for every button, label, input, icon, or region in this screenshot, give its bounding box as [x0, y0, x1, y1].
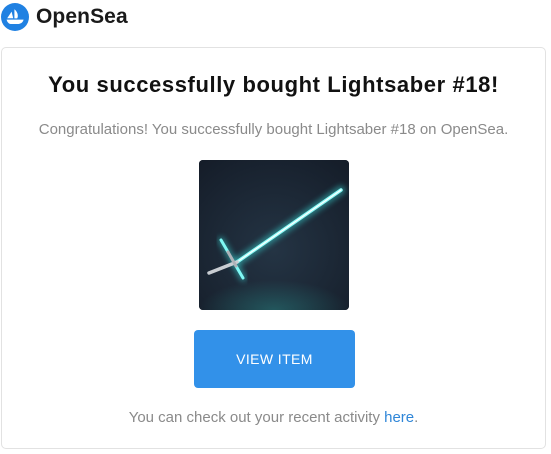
recent-activity-note: You can check out your recent activity h… — [2, 409, 545, 426]
here-link[interactable]: here — [384, 409, 414, 426]
recent-activity-period: . — [414, 409, 419, 426]
brand-name: OpenSea — [36, 5, 128, 28]
congratulations-message: Congratulations! You successfully bought… — [38, 121, 509, 138]
view-item-button[interactable]: VIEW ITEM — [194, 330, 355, 388]
lightsaber-item-image[interactable] — [199, 160, 349, 310]
recent-activity-text: You can check out your recent activity — [128, 409, 385, 426]
opensea-logo-icon[interactable] — [1, 3, 29, 31]
page-title: You successfully bought Lightsaber #18! — [48, 72, 499, 97]
purchase-confirmation-card: You successfully bought Lightsaber #18! … — [1, 47, 546, 449]
email-header: OpenSea — [0, 0, 551, 36]
